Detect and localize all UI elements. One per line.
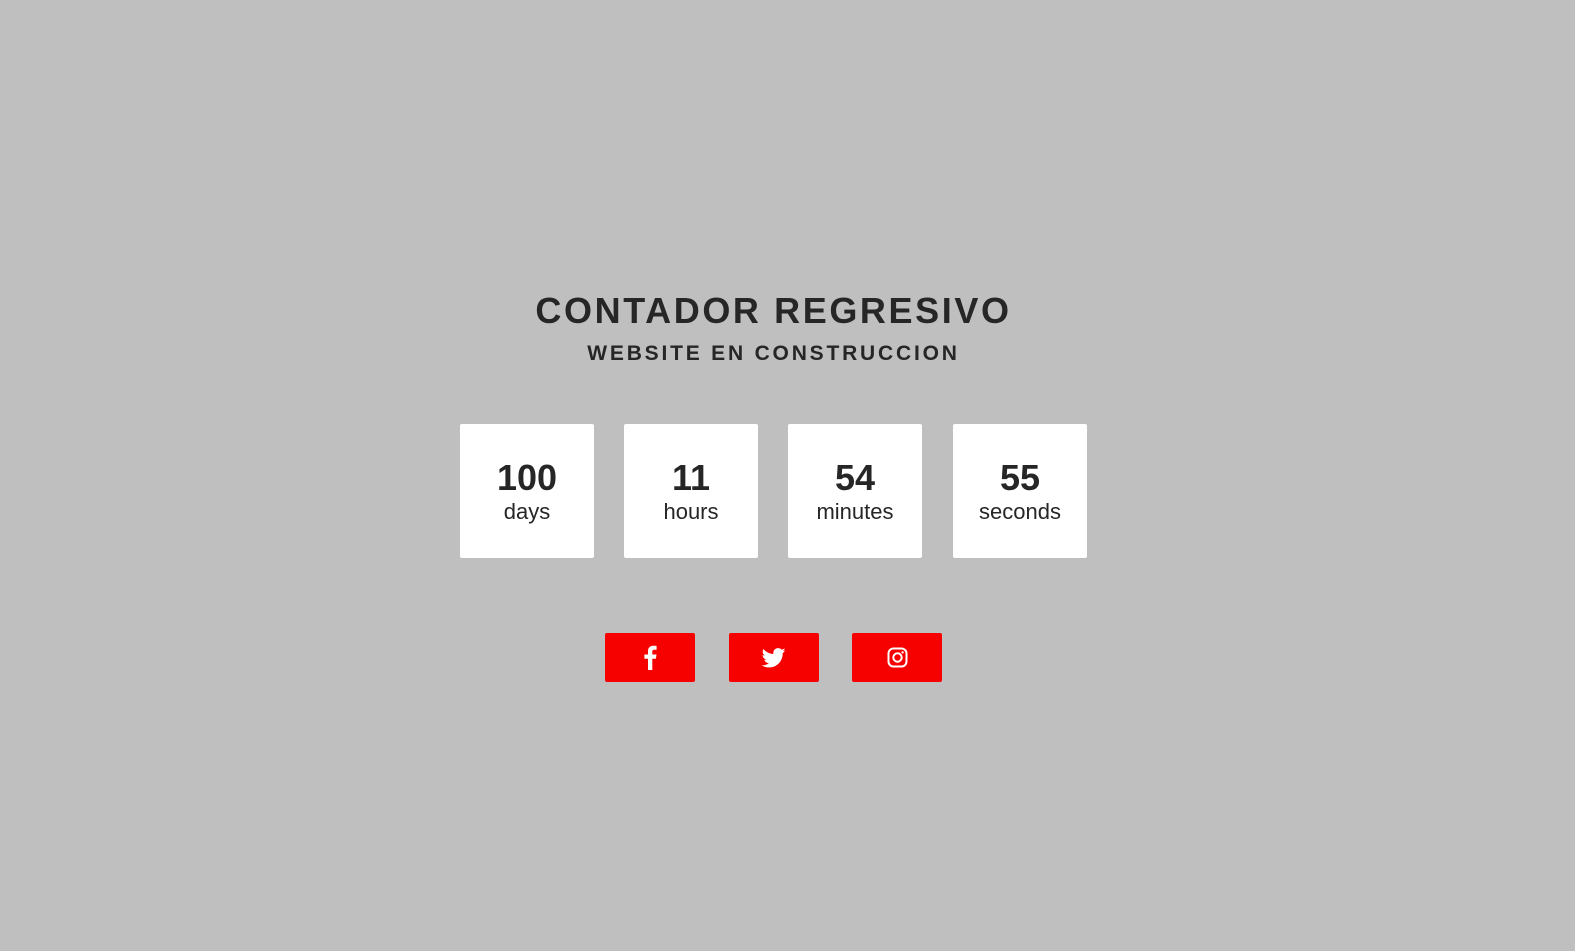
facebook-button[interactable] (605, 633, 695, 682)
countdown-seconds: 55 seconds (953, 424, 1087, 558)
countdown-hours-value: 11 (671, 457, 711, 498)
countdown-minutes-label: minutes (816, 499, 894, 524)
twitter-button[interactable] (729, 633, 819, 682)
twitter-icon (762, 647, 786, 668)
countdown-seconds-label: seconds (979, 499, 1061, 524)
countdown-days-label: days (503, 499, 551, 524)
instagram-icon (887, 647, 908, 668)
countdown-seconds-value: 55 (999, 457, 1041, 498)
countdown-minutes: 54 minutes (788, 424, 922, 558)
countdown-days-value: 100 (496, 457, 558, 498)
page-title: CONTADOR REGRESIVO (535, 290, 1012, 332)
countdown-hours: 11 hours (624, 424, 758, 558)
page-subtitle: WEBSITE EN CONSTRUCCION (587, 342, 960, 366)
facebook-icon (643, 645, 657, 670)
countdown-hours-label: hours (663, 499, 719, 524)
instagram-button[interactable] (852, 633, 942, 682)
countdown-minutes-value: 54 (834, 457, 876, 498)
countdown-days: 100 days (460, 424, 594, 558)
